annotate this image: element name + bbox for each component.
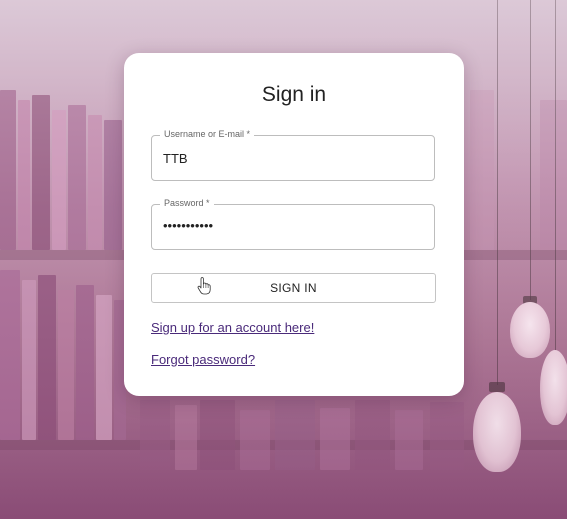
hand-pointer-icon (197, 277, 211, 295)
signup-link[interactable]: Sign up for an account here! (151, 320, 314, 335)
password-value[interactable]: ••••••••••• (163, 218, 213, 233)
password-field[interactable]: Password * ••••••••••• (151, 198, 435, 250)
username-value[interactable]: TTB (163, 151, 188, 166)
sign-in-button-label: SIGN IN (270, 281, 317, 295)
username-field[interactable]: Username or E-mail * TTB (151, 129, 435, 181)
signin-card: Sign in Username or E-mail * TTB Passwor… (124, 53, 464, 396)
sign-in-button[interactable]: SIGN IN (151, 273, 436, 303)
forgot-password-link[interactable]: Forgot password? (151, 352, 255, 367)
page-title: Sign in (261, 83, 327, 106)
password-label: Password * (160, 198, 214, 208)
username-label: Username or E-mail * (160, 129, 255, 139)
